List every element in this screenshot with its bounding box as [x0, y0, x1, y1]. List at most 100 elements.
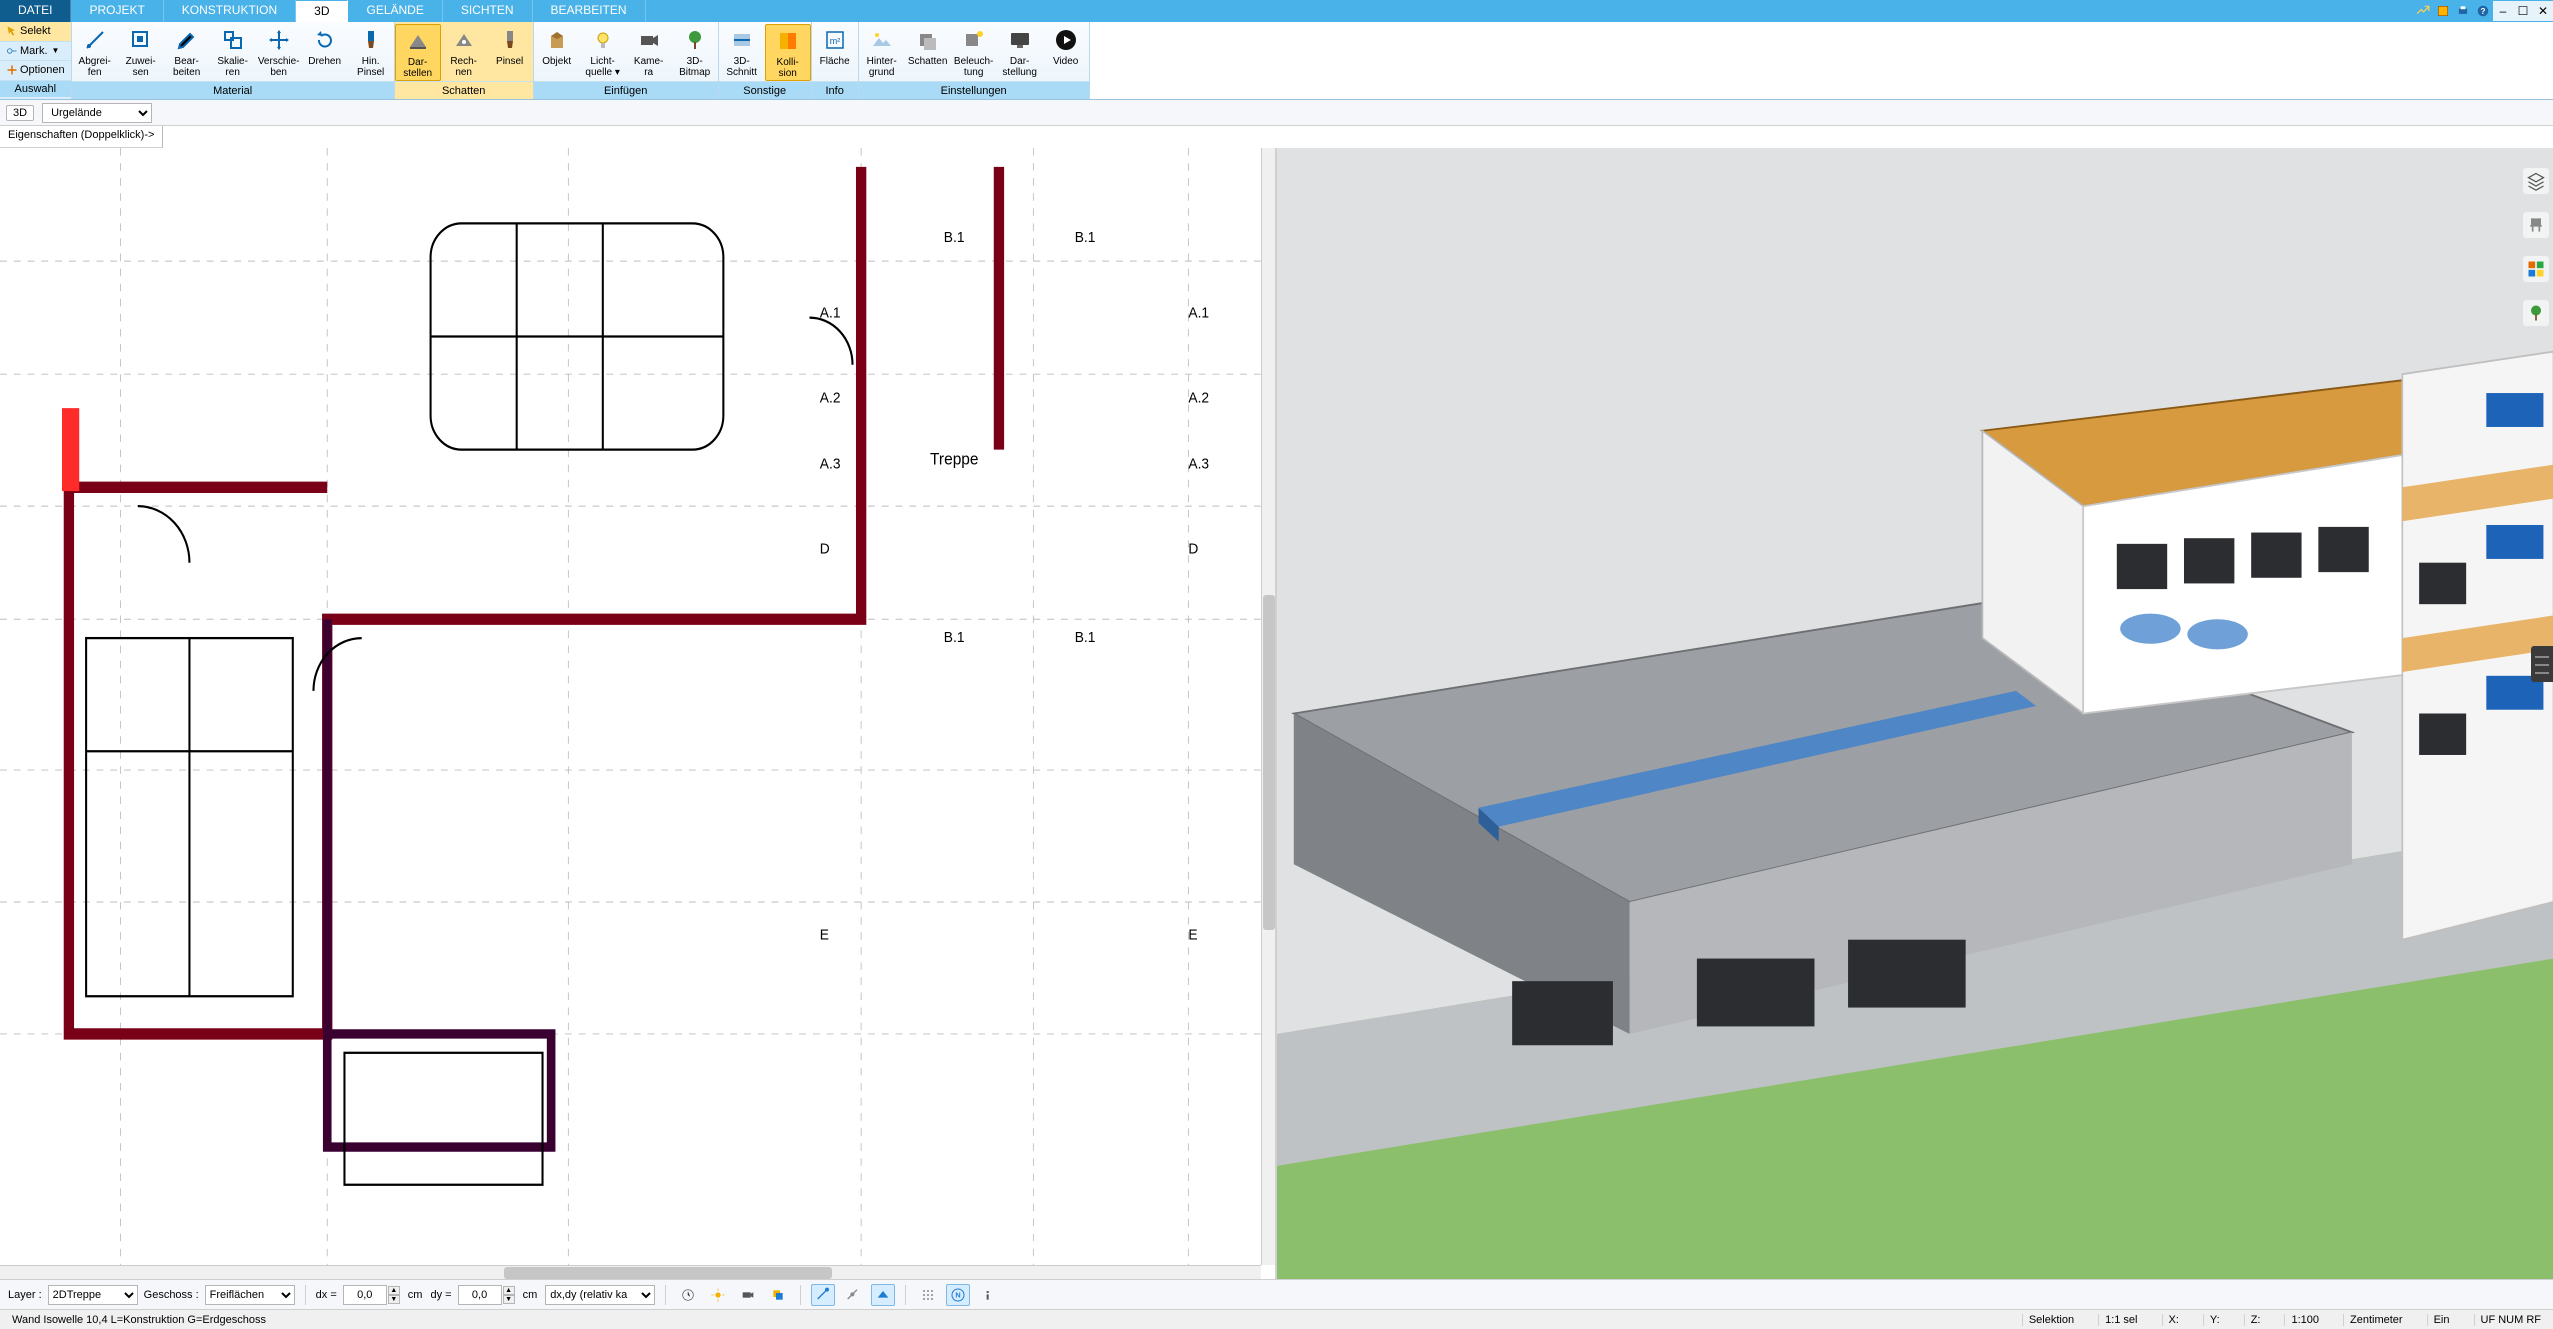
ribbon-group-footer: Info: [812, 81, 858, 99]
ribbon-btn-label: Dar- stellung: [1002, 56, 1036, 78]
titlebar-icons: ? ‒ ☐ ✕: [2413, 0, 2553, 22]
hinpinsel-icon: [357, 26, 385, 54]
ribbon-btn-flaeche[interactable]: m² Fläche: [812, 24, 858, 81]
ribbon-btn-3dschnitt[interactable]: 3D- Schnitt: [719, 24, 765, 81]
ribbon-btn-darstellung[interactable]: Dar- stellung: [997, 24, 1043, 81]
coord-mode-select[interactable]: dx,dy (relativ ka: [545, 1285, 655, 1305]
lichtquelle-icon: [589, 26, 617, 54]
ribbon-btn-label: Kame- ra: [634, 56, 663, 78]
ribbon-btn-label: Drehen: [308, 56, 341, 67]
horizontal-scrollbar[interactable]: [0, 1265, 1261, 1279]
ribbon-group-sonstige: 3D- SchnittKolli- sionSonstige: [719, 22, 812, 99]
plan-2d-view[interactable]: Treppe A.1A.1 A.2A.2 A.3A.3 B.1B.1 B.1B.…: [0, 148, 1277, 1279]
grid-dots-icon[interactable]: [916, 1284, 940, 1306]
tree-icon[interactable]: [2523, 300, 2549, 326]
sun-icon[interactable]: [706, 1284, 730, 1306]
svg-text:D: D: [1188, 541, 1198, 558]
rechnen-icon: [450, 26, 478, 54]
svg-text:m²: m²: [829, 36, 840, 46]
ribbon-btn-label: Skalie- ren: [217, 56, 248, 78]
ribbon-btn-label: Bear- beiten: [173, 56, 200, 78]
menu-tab-3d[interactable]: 3D: [296, 0, 348, 22]
zuweisen-icon: [127, 26, 155, 54]
ribbon: Selekt Mark.▼ Optionen Auswahl Abgrei- f…: [0, 22, 2553, 100]
dy-down[interactable]: ▼: [503, 1295, 515, 1304]
camera-icon[interactable]: [736, 1284, 760, 1306]
hintergrund-icon: [868, 26, 896, 54]
dx-down[interactable]: ▼: [388, 1295, 400, 1304]
menu-tab-gelände[interactable]: GELÄNDE: [348, 0, 442, 22]
chair-icon[interactable]: [2523, 212, 2549, 238]
menu-tab-sichten[interactable]: SICHTEN: [443, 0, 533, 22]
ribbon-btn-objekt[interactable]: Objekt: [534, 24, 580, 81]
layers-icon[interactable]: [2523, 168, 2549, 194]
ribbon-btn-kollision[interactable]: Kolli- sion: [765, 24, 811, 81]
ribbon-btn-lichtquelle[interactable]: Licht- quelle ▾: [580, 24, 626, 81]
3dbitmap-icon: [681, 26, 709, 54]
menu-tab-projekt[interactable]: PROJEKT: [71, 0, 163, 22]
ribbon-btn-rechnen[interactable]: Rech- nen: [441, 24, 487, 81]
snap-endpoint-icon[interactable]: [811, 1284, 835, 1306]
dx-input[interactable]: [343, 1285, 387, 1305]
print-icon[interactable]: [2453, 1, 2473, 21]
verschieben-icon: [265, 26, 293, 54]
ribbon-btn-drehen[interactable]: Drehen: [302, 24, 348, 81]
status-y: Y:: [2203, 1314, 2226, 1326]
dy-input[interactable]: [458, 1285, 502, 1305]
snap-midpoint-icon[interactable]: [841, 1284, 865, 1306]
copy-layer-icon[interactable]: [766, 1284, 790, 1306]
maximize-icon[interactable]: ☐: [2513, 1, 2533, 21]
select-tool[interactable]: Selekt: [0, 22, 71, 42]
geschoss-select[interactable]: Freiflächen: [205, 1285, 295, 1305]
svg-text:E: E: [820, 927, 830, 944]
ribbon-btn-darstellen[interactable]: Dar- stellen: [395, 24, 441, 81]
ribbon-btn-hintergrund[interactable]: Hinter- grund: [859, 24, 905, 81]
help-icon[interactable]: ?: [2473, 1, 2493, 21]
vertical-scrollbar[interactable]: [1261, 148, 1275, 1265]
mark-tool[interactable]: Mark.▼: [0, 42, 71, 62]
menu-tab-datei[interactable]: DATEI: [0, 0, 71, 22]
ribbon-group-info: m² Fläche Info: [812, 22, 859, 99]
ribbon-btn-video[interactable]: Video: [1043, 24, 1089, 81]
svg-text:E: E: [1188, 927, 1198, 944]
ribbon-btn-hinpinsel[interactable]: Hin. Pinsel: [348, 24, 394, 81]
north-icon[interactable]: N: [946, 1284, 970, 1306]
ribbon-btn-verschieben[interactable]: Verschie- ben: [256, 24, 302, 81]
svg-text:B.1: B.1: [1075, 230, 1096, 247]
view-tag-3d[interactable]: 3D: [6, 105, 34, 121]
menu-bar: DATEIPROJEKTKONSTRUKTION3DGELÄNDESICHTEN…: [0, 0, 2553, 22]
ribbon-btn-3dbitmap[interactable]: 3D- Bitmap: [672, 24, 718, 81]
model-3d-view[interactable]: [1277, 148, 2553, 1279]
dx-unit: cm: [406, 1289, 425, 1301]
layer-select[interactable]: 2DTreppe: [48, 1285, 138, 1305]
ribbon-btn-bearbeiten[interactable]: Bear- beiten: [164, 24, 210, 81]
options-tool[interactable]: Optionen: [0, 61, 71, 81]
dy-up[interactable]: ▲: [503, 1286, 515, 1295]
tool-icon[interactable]: [2413, 1, 2433, 21]
panel-expand-handle[interactable]: [2531, 646, 2553, 682]
bottom-option-bar: Layer : 2DTreppe Geschoss : Freiflächen …: [0, 1279, 2553, 1309]
ribbon-btn-skalieren[interactable]: Skalie- ren: [210, 24, 256, 81]
ribbon-btn-pinsel[interactable]: Pinsel: [487, 24, 533, 81]
save-icon[interactable]: [2433, 1, 2453, 21]
dx-up[interactable]: ▲: [388, 1286, 400, 1295]
dy-label: dy =: [430, 1289, 451, 1301]
minimize-icon[interactable]: ‒: [2493, 1, 2513, 21]
terrain-combo[interactable]: Urgelände: [42, 103, 152, 123]
menu-tab-bearbeiten[interactable]: BEARBEITEN: [533, 0, 646, 22]
ribbon-btn-abgreifen[interactable]: Abgrei- fen: [72, 24, 118, 81]
svg-text:A.1: A.1: [820, 305, 841, 322]
info-small-icon[interactable]: [976, 1284, 1000, 1306]
clock-icon[interactable]: [676, 1284, 700, 1306]
close-icon[interactable]: ✕: [2533, 1, 2553, 21]
ribbon-group-footer: Einfügen: [534, 81, 718, 99]
ribbon-btn-schattene[interactable]: Schatten: [905, 24, 951, 81]
snap-face-icon[interactable]: [871, 1284, 895, 1306]
ribbon-btn-beleuchtung[interactable]: Beleuch- tung: [951, 24, 997, 81]
palette-icon[interactable]: [2523, 256, 2549, 282]
ribbon-btn-zuweisen[interactable]: Zuwei- sen: [118, 24, 164, 81]
properties-hint[interactable]: Eigenschaften (Doppelklick)->: [0, 126, 163, 148]
ribbon-btn-label: Fläche: [820, 56, 850, 67]
menu-tab-konstruktion[interactable]: KONSTRUKTION: [164, 0, 296, 22]
ribbon-btn-kamera[interactable]: Kame- ra: [626, 24, 672, 81]
